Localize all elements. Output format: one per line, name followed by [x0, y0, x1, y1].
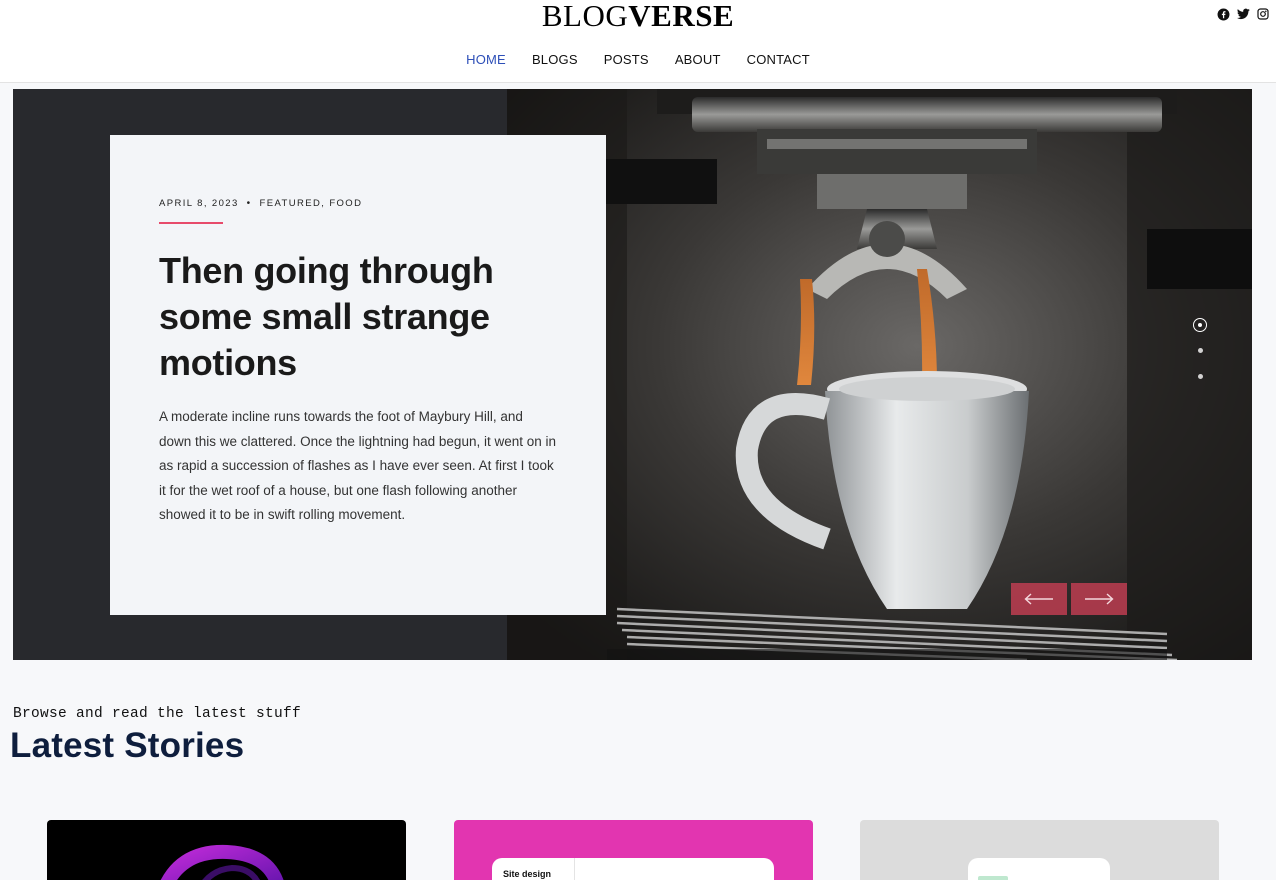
- site-logo[interactable]: BLOGVERSE: [0, 0, 1276, 34]
- arrow-left-icon: [1024, 593, 1053, 605]
- story-card-2[interactable]: Site design: [454, 820, 813, 880]
- meta-separator: •: [246, 198, 252, 209]
- meta-accent-line: [159, 222, 223, 224]
- story-card-3[interactable]: [860, 820, 1219, 880]
- divider: [574, 858, 575, 880]
- hero-slider: APRIL 8, 2023 • FEATURED, FOOD Then goin…: [13, 89, 1252, 660]
- logo-text-thin: BLOG: [541, 0, 629, 33]
- latest-kicker: Browse and read the latest stuff: [13, 706, 302, 722]
- facebook-icon[interactable]: [1216, 7, 1230, 21]
- post-date[interactable]: APRIL 8, 2023: [159, 198, 239, 209]
- hero-card: APRIL 8, 2023 • FEATURED, FOOD Then goin…: [110, 135, 606, 615]
- nav-posts[interactable]: POSTS: [591, 52, 662, 67]
- story-image-3: [968, 858, 1110, 880]
- latest-title: Latest Stories: [10, 726, 245, 765]
- arrow-right-icon: [1085, 593, 1114, 605]
- nav-home[interactable]: HOME: [453, 52, 519, 67]
- slider-dot-1[interactable]: [1193, 318, 1207, 332]
- nav-about[interactable]: ABOUT: [662, 52, 734, 67]
- hero-image: [507, 89, 1252, 660]
- story-image-1: [160, 844, 284, 880]
- story-card-2-label: Site design: [503, 869, 552, 879]
- story-card-1[interactable]: [47, 820, 406, 880]
- image-accent: [978, 876, 1008, 880]
- post-categories[interactable]: FEATURED, FOOD: [260, 198, 363, 209]
- nav-contact[interactable]: CONTACT: [734, 52, 823, 67]
- twitter-icon[interactable]: [1236, 7, 1250, 21]
- site-header: BLOGVERSE HOME BLOGS POSTS ABOUT CONTACT: [0, 0, 1276, 83]
- instagram-icon[interactable]: [1256, 7, 1270, 21]
- hero-title[interactable]: Then going through some small strange mo…: [159, 248, 557, 386]
- story-image-2: Site design: [492, 858, 774, 880]
- hero-excerpt: A moderate incline runs towards the foot…: [159, 409, 557, 523]
- slider-dot-2[interactable]: [1197, 348, 1203, 353]
- main-nav: HOME BLOGS POSTS ABOUT CONTACT: [0, 52, 1276, 67]
- slider-prev-button[interactable]: [1011, 583, 1067, 615]
- slider-next-button[interactable]: [1071, 583, 1127, 615]
- nav-blogs[interactable]: BLOGS: [519, 52, 591, 67]
- social-links: [1216, 7, 1270, 21]
- logo-text-bold: VERSE: [628, 0, 735, 33]
- post-meta: APRIL 8, 2023 • FEATURED, FOOD: [159, 198, 557, 209]
- slider-dots: [1193, 318, 1207, 388]
- slider-dot-3[interactable]: [1197, 374, 1203, 379]
